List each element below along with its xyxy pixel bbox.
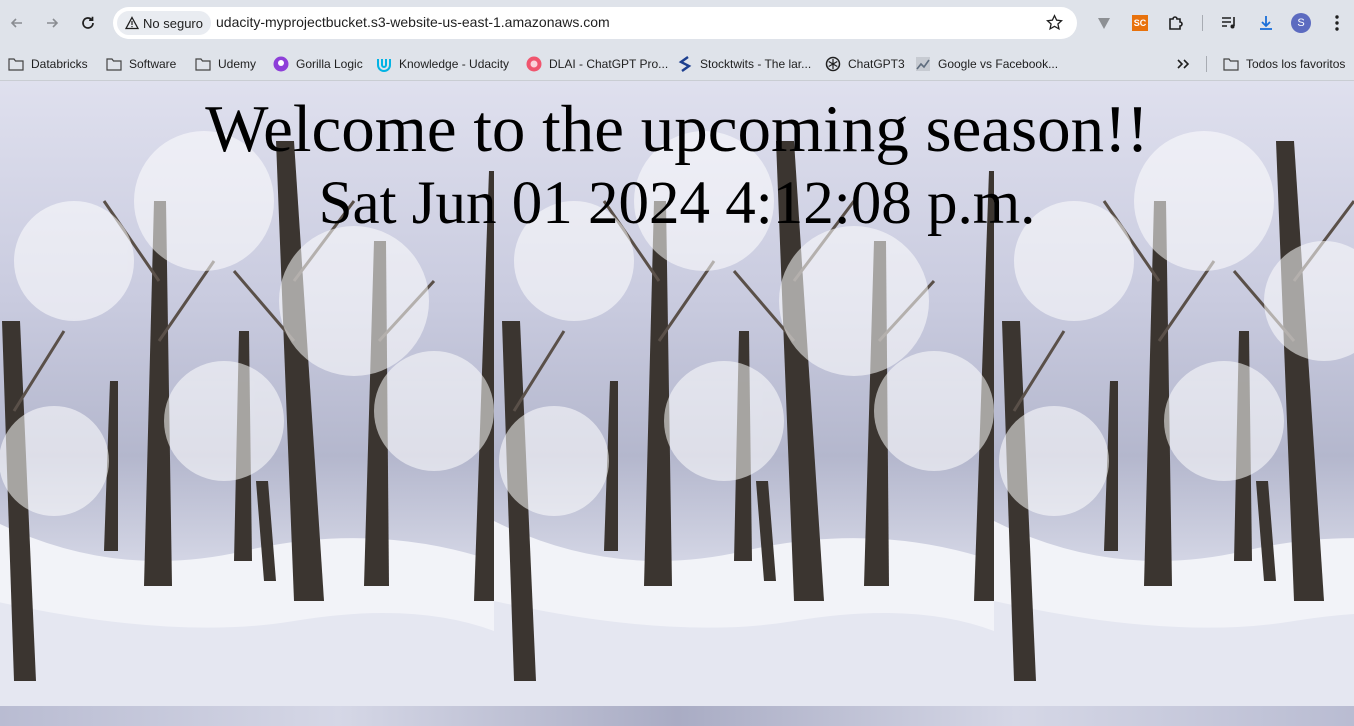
security-chip-label: No seguro [143,15,203,31]
sc-icon: SC [1132,15,1148,31]
dlai-icon [526,56,542,72]
all-bookmarks-label: Todos los favoritos [1246,57,1346,71]
all-bookmarks-folder[interactable]: Todos los favoritos [1223,54,1345,74]
url-text[interactable]: udacity-myprojectbucket.s3-website-us-ea… [216,14,610,30]
bookmark-dlai[interactable]: DLAI - ChatGPT Pro... [526,54,668,74]
folder-icon [1223,56,1239,72]
udacity-icon [376,56,392,72]
arrow-right-icon [47,18,59,28]
profile-button[interactable]: S [1290,12,1312,34]
download-icon [1260,16,1272,30]
arrow-left-icon [10,18,22,28]
warning-icon [125,16,139,30]
vimium-icon [1098,18,1110,29]
bookmark-knowledge-udacity[interactable]: Knowledge - Udacity [376,54,509,74]
bookmark-label: Gorilla Logic [296,57,363,71]
bookmark-label: Software [129,57,177,71]
media-control-button[interactable] [1218,12,1240,34]
extension-v-button[interactable] [1093,12,1115,34]
bookmark-databricks[interactable]: Databricks [8,54,88,74]
avatar: S [1291,13,1311,33]
chart-icon [915,56,931,72]
page-heading: Welcome to the upcoming season!! [205,92,1149,166]
toolbar-separator [1202,15,1203,31]
bookmark-label: Stocktwits - The lar... [700,57,812,71]
back-button[interactable] [3,9,31,37]
bookmark-star-button[interactable] [1046,14,1063,36]
folder-icon [106,56,122,72]
puzzle-icon [1169,16,1183,30]
more-bookmarks-button[interactable] [1176,54,1190,74]
folder-icon [195,56,211,72]
bookmarks-separator [1206,56,1207,72]
openai-icon [825,56,841,72]
browser-toolbar: No seguro udacity-myprojectbucket.s3-web… [0,0,1354,46]
bookmark-label: Databricks [31,57,88,71]
bookmarks-bar: Databricks Software Udemy Gorilla Logic … [0,46,1354,81]
reload-button[interactable] [74,9,102,37]
current-datetime: Sat Jun 01 2024 4:12:08 p.m. [318,170,1036,237]
bookmark-google-vs-facebook[interactable]: Google vs Facebook... [915,54,1058,74]
folder-icon [8,56,24,72]
bookmark-stocktwits[interactable]: Stocktwits - The lar... [677,54,811,74]
bookmark-gorilla-logic[interactable]: Gorilla Logic [273,54,363,74]
stocktwits-icon [677,56,693,72]
bookmark-label: DLAI - ChatGPT Pro... [549,57,669,71]
background-tile-strip [0,706,1354,726]
menu-button[interactable] [1326,12,1348,34]
forward-button[interactable] [38,9,66,37]
chevron-double-right-icon [1177,59,1190,69]
bookmark-label: Google vs Facebook... [938,57,1059,71]
bookmark-label: Udemy [218,57,257,71]
bookmark-label: Knowledge - Udacity [399,57,510,71]
reload-icon [82,16,94,29]
security-chip[interactable]: No seguro [117,11,211,35]
page-content: Welcome to the upcoming season!! Sat Jun… [0,81,1354,726]
extensions-button[interactable] [1165,12,1187,34]
address-bar[interactable]: No seguro udacity-myprojectbucket.s3-web… [113,7,1077,39]
bookmark-udemy[interactable]: Udemy [195,54,256,74]
gorilla-logic-icon [273,56,289,72]
bookmark-label: ChatGPT3 [848,57,905,71]
star-icon [1046,14,1063,31]
extension-sc-button[interactable]: SC [1129,12,1151,34]
bookmark-software[interactable]: Software [106,54,176,74]
queue-music-icon [1222,17,1235,29]
downloads-button[interactable] [1255,12,1277,34]
kebab-menu-icon [1335,15,1339,31]
bookmark-chatgpt3[interactable]: ChatGPT3 [825,54,905,74]
